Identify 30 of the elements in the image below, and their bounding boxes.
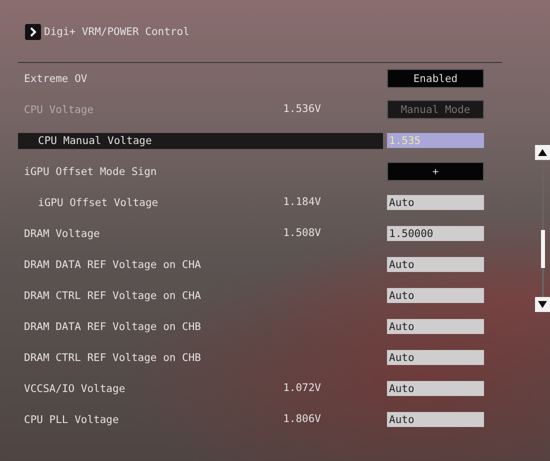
value-field[interactable]: 1.50000 (387, 226, 484, 241)
value-field[interactable]: Auto (387, 195, 484, 210)
setting-label[interactable]: CPU PLL Voltage (24, 414, 119, 426)
voltage-reading: 1.508V (283, 226, 321, 238)
scroll-up-icon[interactable] (535, 145, 550, 160)
setting-label[interactable]: VCCSA/IO Voltage (24, 382, 126, 394)
chevron-icon (25, 24, 41, 40)
setting-label[interactable]: iGPU Offset Mode Sign (24, 166, 157, 178)
setting-label[interactable]: DRAM Voltage (24, 228, 100, 240)
option-selector[interactable]: + (387, 162, 484, 181)
setting-label[interactable]: DRAM DATA REF Voltage on CHB (24, 320, 202, 332)
value-field[interactable]: Auto (387, 257, 484, 272)
section-title: Digi+ VRM/POWER Control (44, 26, 190, 38)
voltage-reading: 1.806V (283, 412, 321, 424)
setting-label[interactable]: DRAM CTRL REF Voltage on CHB (24, 352, 202, 364)
setting-label[interactable]: DRAM CTRL REF Voltage on CHA (24, 290, 202, 302)
scroll-thumb[interactable] (540, 230, 544, 268)
scroll-down-icon[interactable] (535, 297, 550, 312)
setting-label[interactable]: Extreme OV (24, 72, 88, 84)
value-field[interactable]: Auto (387, 412, 484, 427)
voltage-reading: 1.536V (283, 102, 321, 114)
voltage-reading: 1.072V (283, 382, 321, 394)
setting-label[interactable]: DRAM DATA REF Voltage on CHA (24, 258, 202, 270)
value-field[interactable]: Auto (387, 350, 484, 365)
setting-label[interactable]: iGPU Offset Voltage (38, 196, 158, 208)
value-field[interactable]: Auto (387, 319, 484, 334)
option-selector[interactable]: Enabled (387, 69, 484, 88)
value-field[interactable]: Auto (387, 381, 484, 396)
voltage-reading: 1.184V (283, 196, 321, 208)
value-field[interactable]: Auto (387, 288, 484, 303)
